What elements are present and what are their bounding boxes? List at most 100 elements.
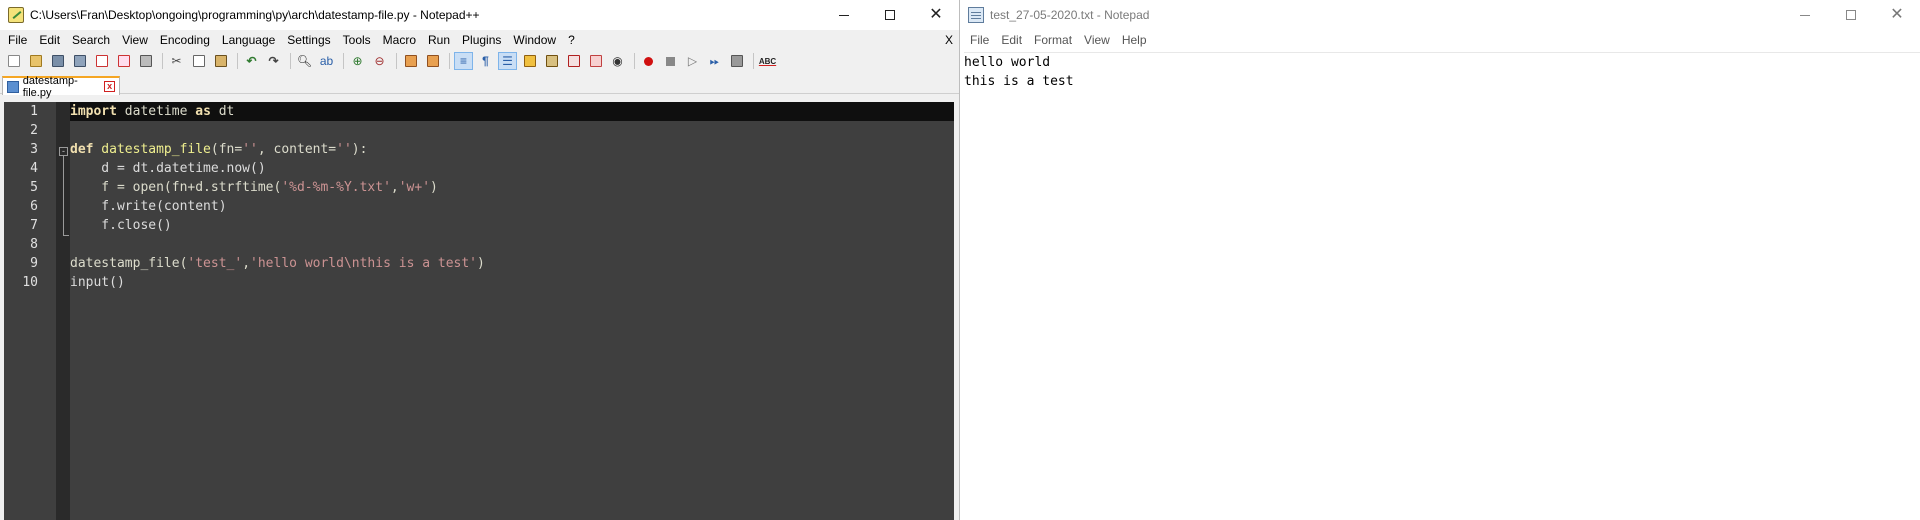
menu-language[interactable]: Language (216, 30, 281, 50)
code-area[interactable]: import datetime as dt def datestamp_file… (70, 102, 954, 520)
run-macro-multiple-icon[interactable]: ⏩︎ (705, 52, 724, 70)
window-title: C:\Users\Fran\Desktop\ongoing\programmin… (30, 8, 480, 22)
minimize-button[interactable] (821, 0, 867, 30)
maximize-button[interactable] (1828, 0, 1874, 30)
line-number: 2 (30, 123, 38, 138)
code-text: ): (351, 142, 368, 157)
stop-macro-icon[interactable] (661, 52, 680, 70)
word-wrap-icon[interactable]: ≡ (454, 52, 473, 70)
code-text: f = open(fn+d.strftime( (70, 180, 282, 195)
keyword: def (70, 142, 94, 157)
menu-format[interactable]: Format (1028, 30, 1078, 50)
folder-workspace-icon[interactable] (586, 52, 605, 70)
string-literal: 'test_' (187, 256, 243, 271)
code-text: ) (430, 180, 438, 195)
toolbar-separator (162, 53, 163, 69)
record-macro-icon[interactable] (639, 52, 658, 70)
text-line: this is a test (964, 74, 1074, 89)
find-icon[interactable]: 🔍︎ (295, 52, 314, 70)
maximize-icon (885, 10, 895, 20)
menu-settings[interactable]: Settings (281, 30, 336, 50)
keyword: as (195, 104, 211, 119)
cut-icon[interactable]: ✂ (167, 52, 186, 70)
notepadpp-window: C:\Users\Fran\Desktop\ongoing\programmin… (0, 0, 960, 520)
show-all-chars-icon[interactable]: ¶ (476, 52, 495, 70)
save-icon[interactable] (48, 52, 67, 70)
play-macro-icon[interactable]: ▷ (683, 52, 702, 70)
menu-edit[interactable]: Edit (995, 30, 1028, 50)
code-line-10: input() (70, 275, 125, 290)
function-list-icon[interactable] (564, 52, 583, 70)
line-number: 7 (30, 218, 38, 233)
notepad-app-icon (968, 7, 984, 23)
close-document-button[interactable]: X (945, 30, 953, 50)
notepad-text-area[interactable]: hello world this is a test (964, 52, 1920, 520)
close-all-icon[interactable] (114, 52, 133, 70)
menu-view[interactable]: View (1078, 30, 1116, 50)
zoom-out-icon[interactable]: ⊖ (370, 52, 389, 70)
string-literal: 'w+' (398, 180, 431, 195)
toolbar-separator (449, 53, 450, 69)
indent-guide-icon[interactable]: ☰ (498, 52, 517, 70)
menu-edit[interactable]: Edit (33, 30, 66, 50)
notepadpp-titlebar[interactable]: C:\Users\Fran\Desktop\ongoing\programmin… (0, 0, 959, 30)
menu-tools[interactable]: Tools (337, 30, 377, 50)
menu-window[interactable]: Window (507, 30, 562, 50)
sync-horizontal-icon[interactable] (423, 52, 442, 70)
string-literal: '' (336, 142, 352, 157)
menubar: File Edit Search View Encoding Language … (0, 30, 959, 50)
line-number: 4 (30, 161, 38, 176)
new-file-icon[interactable] (4, 52, 23, 70)
menu-plugins[interactable]: Plugins (456, 30, 507, 50)
menu-view[interactable]: View (116, 30, 154, 50)
file-icon (7, 80, 19, 93)
tab-close-icon[interactable]: x (104, 81, 115, 92)
print-icon[interactable] (136, 52, 155, 70)
menu-run[interactable]: Run (422, 30, 456, 50)
string-literal: '%d-%m-%Y.txt' (281, 180, 391, 195)
minimize-icon (1800, 14, 1810, 16)
close-file-icon[interactable] (92, 52, 111, 70)
doc-map-icon[interactable] (542, 52, 561, 70)
menu-encoding[interactable]: Encoding (154, 30, 216, 50)
monitor-icon[interactable]: ◉ (608, 52, 627, 70)
fold-line (63, 156, 64, 236)
zoom-in-icon[interactable]: ⊕ (348, 52, 367, 70)
menu-file[interactable]: File (2, 30, 33, 50)
udl-icon[interactable] (520, 52, 539, 70)
notepadpp-app-icon (8, 7, 24, 23)
menu-help[interactable]: ? (562, 30, 581, 50)
minimize-button[interactable] (1782, 0, 1828, 30)
toolbar: ✂ ↶ ↷ 🔍︎ ab ⊕ ⊖ ≡ ¶ ☰ ◉ ▷ ⏩︎ ABC (0, 50, 959, 72)
line-number: 9 (30, 256, 38, 271)
close-button[interactable]: ✕ (913, 0, 959, 30)
paste-icon[interactable] (211, 52, 230, 70)
fold-toggle-icon[interactable]: - (59, 147, 68, 156)
menu-help[interactable]: Help (1116, 30, 1153, 50)
line-number: 5 (30, 180, 38, 195)
save-macro-icon[interactable] (727, 52, 746, 70)
maximize-button[interactable] (867, 0, 913, 30)
code-editor[interactable]: 1 2 3 4 5 6 7 8 9 10 - import datetime a… (4, 102, 954, 520)
toolbar-separator (290, 53, 291, 69)
redo-icon[interactable]: ↷ (264, 52, 283, 70)
toolbar-separator (634, 53, 635, 69)
sync-vertical-icon[interactable] (401, 52, 420, 70)
toolbar-separator (343, 53, 344, 69)
spell-check-icon[interactable]: ABC (758, 52, 777, 70)
notepad-titlebar[interactable]: test_27-05-2020.txt - Notepad ✕ (960, 0, 1920, 30)
close-button[interactable]: ✕ (1874, 0, 1920, 30)
save-all-icon[interactable] (70, 52, 89, 70)
menu-search[interactable]: Search (66, 30, 116, 50)
undo-icon[interactable]: ↶ (242, 52, 261, 70)
copy-icon[interactable] (189, 52, 208, 70)
replace-icon[interactable]: ab (317, 52, 336, 70)
code-line-5: f = open(fn+d.strftime('%d-%m-%Y.txt','w… (70, 178, 954, 197)
code-line-3: def datestamp_file(fn='', content=''): (70, 140, 954, 159)
menu-file[interactable]: File (964, 30, 995, 50)
menu-macro[interactable]: Macro (377, 30, 422, 50)
open-file-icon[interactable] (26, 52, 45, 70)
tab-datestamp-file[interactable]: datestamp-file.py x (2, 75, 120, 99)
